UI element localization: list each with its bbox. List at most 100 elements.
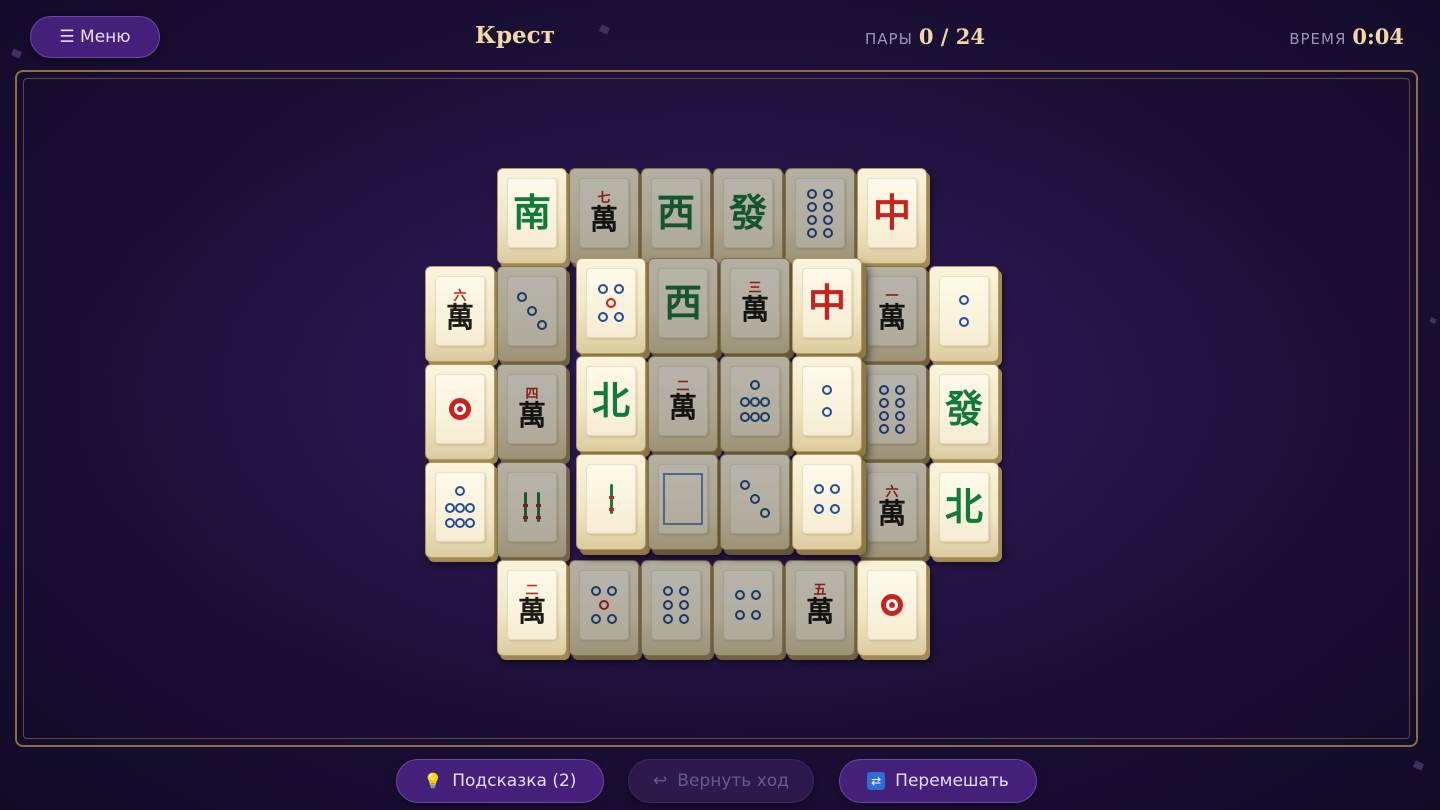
circle-pip (879, 423, 889, 434)
circle-pip (807, 188, 817, 199)
tile-wan-glyph: 萬 (740, 293, 769, 327)
tile-face: 四萬 (507, 374, 557, 444)
mahjong-tile[interactable]: 中 (857, 168, 927, 264)
mahjong-tile[interactable] (792, 454, 862, 550)
tile-honor-glyph: 發 (728, 190, 767, 235)
tile-face (939, 276, 989, 346)
circle-pip (527, 306, 537, 316)
mahjong-tile[interactable]: 四萬 (497, 364, 567, 460)
pairs-label: ПАРЫ (865, 30, 913, 48)
tile-circle-suit (512, 283, 552, 339)
mahjong-tile[interactable]: 中 (792, 258, 862, 354)
mahjong-tile[interactable] (569, 560, 639, 656)
hint-button[interactable]: 💡 Подсказка (2) (396, 759, 604, 803)
circle-pip (895, 423, 905, 434)
mahjong-tile[interactable] (641, 560, 711, 656)
circle-pip (814, 504, 824, 515)
tile-wan-glyph: 萬 (517, 399, 546, 433)
mahjong-tile[interactable]: 南 (497, 168, 567, 264)
mahjong-tile[interactable] (425, 462, 495, 558)
mahjong-tile[interactable] (857, 560, 927, 656)
mahjong-tile[interactable] (929, 266, 999, 362)
tile-circle-suit (735, 471, 775, 527)
circle-pip (823, 188, 833, 199)
mahjong-tile[interactable] (785, 168, 855, 264)
tile-honor-glyph: 西 (663, 280, 702, 325)
bamboo-stick (608, 484, 614, 514)
circle-pip (598, 284, 608, 294)
mahjong-tile[interactable]: 六萬 (425, 266, 495, 362)
circle-pip (822, 407, 832, 418)
shuffle-icon: ⇄ (867, 772, 886, 790)
mahjong-tile[interactable] (713, 560, 783, 656)
mahjong-tile[interactable]: 二萬 (648, 356, 718, 452)
tile-circle-suit (656, 577, 696, 633)
menu-button-label: ☰ Меню (59, 27, 131, 47)
mahjong-tile[interactable]: 發 (713, 168, 783, 264)
tile-face (867, 570, 917, 640)
mahjong-tile[interactable] (857, 364, 927, 460)
pairs-value: 0 / 24 (918, 24, 985, 49)
tile-face (586, 268, 636, 338)
mahjong-tile[interactable]: 發 (929, 364, 999, 460)
circle-pip (740, 480, 750, 490)
circle-pip (807, 201, 817, 212)
circle-pip (959, 317, 969, 328)
tile-face: 中 (867, 178, 917, 248)
mahjong-tile[interactable] (576, 454, 646, 550)
tile-face: 六萬 (867, 472, 917, 542)
mahjong-tile[interactable] (720, 454, 790, 550)
mahjong-tile[interactable]: 西 (641, 168, 711, 264)
timer: ВРЕМЯ 0:04 (1289, 24, 1404, 49)
tile-honor-glyph: 北 (591, 378, 630, 423)
tile-wan-glyph: 萬 (877, 497, 906, 531)
mahjong-tile[interactable]: 六萬 (857, 462, 927, 558)
mahjong-tile[interactable]: 一萬 (857, 266, 927, 362)
mahjong-tile[interactable] (720, 356, 790, 452)
mahjong-tile[interactable] (497, 266, 567, 362)
circle-pip (455, 517, 465, 528)
circle-pip (455, 503, 465, 514)
mahjong-tile[interactable]: 北 (929, 462, 999, 558)
circle-pip (959, 294, 969, 305)
mahjong-tile[interactable] (425, 364, 495, 460)
shuffle-button[interactable]: ⇄ Перемешать (839, 759, 1037, 803)
tile-face: 西 (651, 178, 701, 248)
circle-pip (591, 586, 601, 596)
circle-pip (830, 504, 840, 515)
mahjong-tile[interactable] (648, 454, 718, 550)
circle-pip (517, 292, 527, 302)
circle-pip (760, 508, 770, 518)
tile-circle-suit (440, 381, 480, 437)
circle-pip (879, 410, 889, 421)
tile-face: 發 (723, 178, 773, 248)
mahjong-tile[interactable] (576, 258, 646, 354)
mahjong-tile[interactable]: 七萬 (569, 168, 639, 264)
mahjong-tile[interactable]: 二萬 (497, 560, 567, 656)
undo-button[interactable]: ↩ Вернуть ход (628, 759, 814, 803)
circle-pip (895, 410, 905, 421)
mahjong-tile[interactable] (792, 356, 862, 452)
circle-pip (735, 610, 745, 621)
top-bar: ☰ Меню Крест ПАРЫ 0 / 24 ВРЕМЯ 0:04 (0, 0, 1440, 72)
tile-honor-glyph: 發 (944, 386, 983, 431)
mahjong-tile[interactable]: 五萬 (785, 560, 855, 656)
circle-pip (679, 586, 689, 596)
mahjong-tile[interactable]: 西 (648, 258, 718, 354)
circle-pip (807, 214, 817, 225)
circle-pip (607, 586, 617, 596)
mahjong-tile[interactable]: 北 (576, 356, 646, 452)
tile-bamboo-suit (591, 471, 631, 527)
circle-pip (807, 227, 817, 238)
tile-face: 北 (939, 472, 989, 542)
circle-pip (679, 614, 689, 624)
tile-face: 西 (658, 268, 708, 338)
mahjong-tile[interactable]: 三萬 (720, 258, 790, 354)
tile-face (658, 464, 708, 534)
circle-pip (760, 397, 770, 408)
tile-wan-glyph: 萬 (517, 595, 546, 629)
menu-button[interactable]: ☰ Меню (30, 16, 160, 58)
mahjong-tile[interactable] (497, 462, 567, 558)
tile-face (867, 374, 917, 444)
tile-face: 中 (802, 268, 852, 338)
